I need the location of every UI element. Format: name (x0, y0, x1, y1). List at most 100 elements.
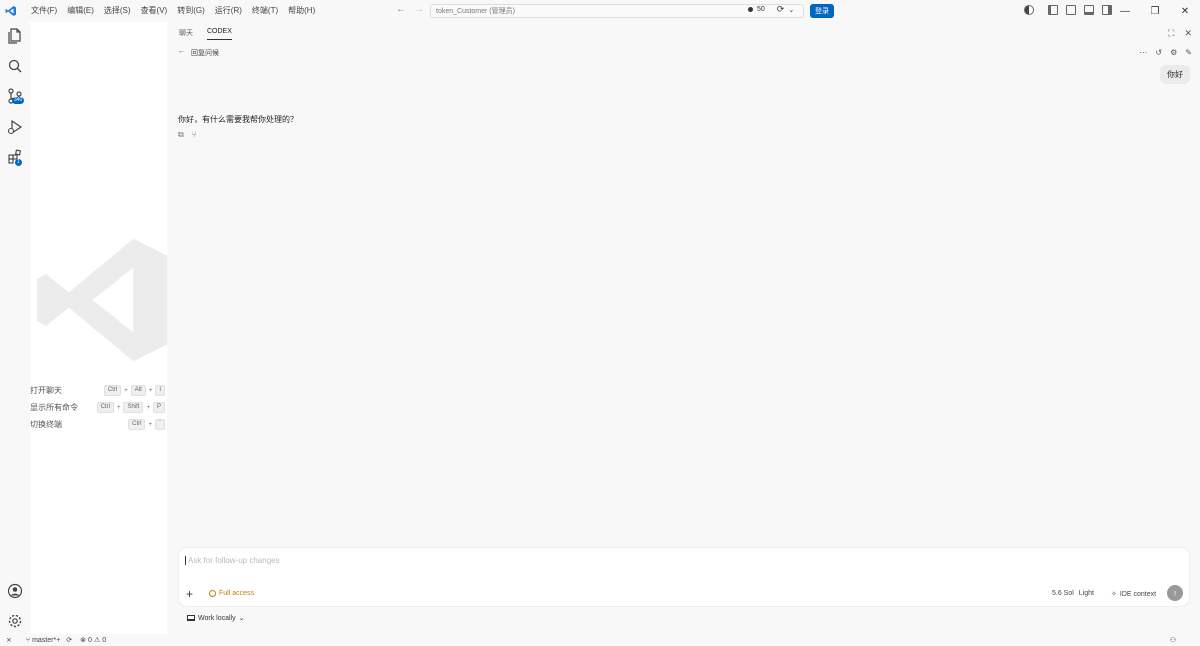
sparkle-icon: ✧ (1111, 591, 1117, 598)
shortcut-keys: Ctrl + Shift + P (96, 402, 165, 413)
status-count: 50 (757, 6, 765, 13)
shortcut-label: 显示所有命令 (30, 403, 78, 412)
tab-codex[interactable]: CODEX (207, 28, 232, 40)
thread-actions: ⋯ ↺ ⚙ ✎ (1139, 48, 1192, 57)
arrow-up-icon: ↑ (1172, 588, 1178, 598)
vscode-watermark-icon (34, 230, 167, 372)
source-control-badge: 340 (12, 97, 25, 104)
close-window-icon[interactable]: ✕ (1170, 0, 1200, 22)
fork-icon[interactable]: ⑂ (192, 130, 197, 140)
status-dot-icon (748, 7, 753, 12)
ide-context-toggle[interactable]: ✧ IDE context (1111, 590, 1157, 599)
copy-icon[interactable]: ⧉ (178, 130, 184, 140)
key: Ctrl (96, 402, 114, 413)
tab-chat[interactable]: 聊天 (179, 28, 193, 40)
key-plus: + (148, 421, 152, 428)
branch-icon: ⑂ (25, 636, 31, 644)
key: Alt (130, 385, 146, 396)
more-icon[interactable]: ⋯ (1139, 48, 1147, 57)
menu-help[interactable]: 帮助(H) (283, 0, 320, 22)
layout-controls (1024, 5, 1112, 15)
extensions-badge: 1 (15, 159, 22, 166)
history-icon[interactable]: ↺ (1155, 48, 1162, 57)
key-plus: + (148, 387, 153, 394)
remote-icon[interactable]: ⨯ (6, 636, 12, 644)
menu-bar: 文件(F) 编辑(E) 选择(S) 查看(V) 转到(G) 运行(R) 终端(T… (26, 0, 320, 22)
add-attachment-icon[interactable]: + (186, 588, 193, 600)
warning-count: 0 (102, 636, 107, 644)
extensions-icon[interactable]: 1 (6, 148, 24, 166)
work-location-label: Work locally (198, 614, 236, 622)
minimize-icon[interactable]: — (1110, 0, 1140, 22)
key-plus: + (124, 387, 128, 394)
work-location-selector[interactable]: Work locally ⌄ (187, 614, 244, 622)
accounts-icon[interactable] (6, 582, 24, 600)
menu-go[interactable]: 转到(G) (172, 0, 210, 22)
key: Ctrl (128, 419, 146, 430)
access-label: Full access (219, 590, 255, 597)
menu-selection[interactable]: 选择(S) (99, 0, 136, 22)
shortcut-show-commands[interactable]: 显示所有命令 Ctrl + Shift + P (30, 399, 167, 416)
model-selector[interactable]: 5.6 Sol Light (1052, 590, 1094, 597)
branch-status[interactable]: ⑂ master*+ ⟳ (25, 636, 72, 645)
restore-icon[interactable]: ❐ (1140, 0, 1170, 22)
message-actions: ⧉ ⑂ (178, 130, 197, 140)
panel-controls: ⛶ ✕ (1168, 28, 1192, 39)
back-arrow-icon[interactable]: ← (396, 4, 406, 15)
error-count: 0 (88, 636, 92, 644)
activity-bar: 340 1 (0, 22, 30, 634)
forward-arrow-icon[interactable]: → (414, 4, 424, 15)
close-panel-icon[interactable]: ✕ (1184, 28, 1192, 39)
shortcut-open-chat[interactable]: 打开聊天 Ctrl + Alt + I (30, 382, 167, 399)
toggle-primary-sidebar-icon[interactable] (1048, 5, 1058, 15)
key: Shift (123, 402, 144, 413)
laptop-icon (187, 615, 195, 621)
explorer-icon[interactable] (6, 27, 24, 45)
prompt-input[interactable] (185, 556, 1085, 565)
copilot-layout-icon[interactable] (1024, 5, 1034, 15)
sync-icon[interactable]: ⟳ (66, 636, 72, 644)
send-button[interactable]: ↑ (1167, 585, 1183, 601)
shortcut-label: 切换终端 (30, 420, 62, 429)
menu-view[interactable]: 查看(V) (136, 0, 173, 22)
key: I (155, 385, 165, 396)
search-icon[interactable] (6, 57, 24, 75)
login-button[interactable]: 登录 (810, 4, 834, 18)
editor-watermark-panel: 打开聊天 Ctrl + Alt + I 显示所有命令 Ctrl + Shift … (30, 22, 167, 634)
key-plus: + (116, 404, 121, 411)
ide-context-label: IDE context (1119, 590, 1157, 598)
settings-icon[interactable]: ⚙ (1170, 48, 1177, 57)
shortcut-keys: Ctrl + Alt + I (103, 385, 165, 396)
maximize-icon[interactable]: ⛶ (1168, 28, 1174, 39)
composer: + Full access 5.6 Sol Light ✧ IDE contex… (179, 548, 1189, 606)
menu-file[interactable]: 文件(F) (26, 0, 62, 22)
back-arrow-icon[interactable]: ← (178, 48, 185, 58)
toggle-panel-icon[interactable] (1084, 5, 1094, 15)
shortcut-keys: Ctrl + ` (128, 419, 165, 430)
chevron-down-icon[interactable]: ⌄ (788, 6, 794, 14)
key: P (152, 402, 165, 413)
new-chat-icon[interactable]: ✎ (1185, 48, 1192, 57)
error-icon: ⊗ (80, 637, 87, 644)
settings-gear-icon[interactable] (6, 612, 24, 630)
run-debug-icon[interactable] (6, 118, 24, 136)
reasoning-mode: Light (1078, 590, 1094, 597)
access-mode-button[interactable]: Full access (209, 590, 254, 597)
warning-icon: ⚠ (93, 637, 101, 644)
command-center-status: 50 ⟳ ⌄ (748, 4, 794, 15)
customize-layout-icon[interactable] (1066, 5, 1076, 15)
thread-header[interactable]: ← 回复问候 (178, 48, 219, 58)
copilot-icon[interactable]: ⟳ (777, 4, 785, 15)
model-name: 5.6 Sol (1052, 590, 1074, 597)
thread-title: 回复问候 (191, 50, 219, 57)
source-control-icon[interactable]: 340 (6, 87, 25, 105)
menu-terminal[interactable]: 终端(T) (247, 0, 283, 22)
copilot-status-icon[interactable]: ⚇ (1170, 636, 1176, 644)
key-plus: + (146, 404, 150, 411)
title-bar: 文件(F) 编辑(E) 选择(S) 查看(V) 转到(G) 运行(R) 终端(T… (0, 0, 1200, 22)
branch-name: master*+ (32, 636, 61, 644)
problems-status[interactable]: ⊗ 0 ⚠ 0 (80, 636, 107, 645)
shortcut-toggle-terminal[interactable]: 切换终端 Ctrl + ` (30, 416, 167, 433)
menu-run[interactable]: 运行(R) (210, 0, 247, 22)
menu-edit[interactable]: 编辑(E) (62, 0, 99, 22)
